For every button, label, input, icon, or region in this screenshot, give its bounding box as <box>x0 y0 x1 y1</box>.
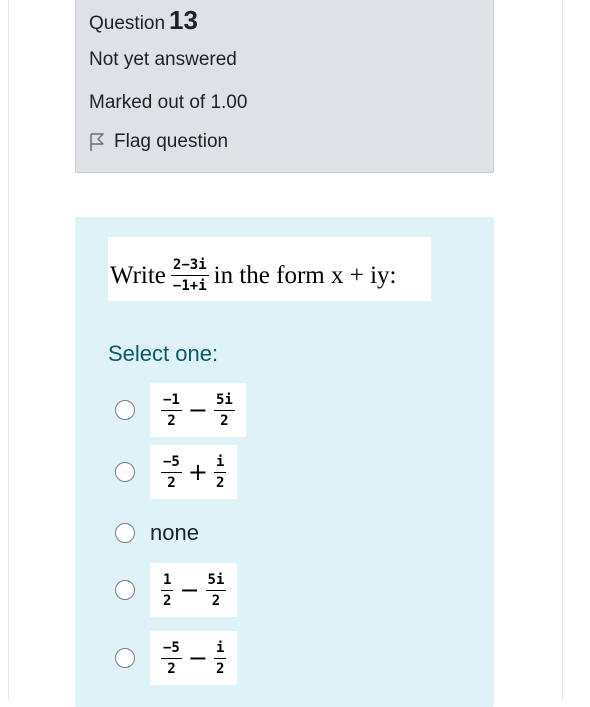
fraction-denominator: 2 <box>167 412 176 429</box>
option-expression: 1 2 − 5i 2 <box>150 563 238 617</box>
question-content-panel: Write 2−3i −1+i in the form x + iy: . . … <box>75 217 494 707</box>
option-label: none <box>150 520 199 545</box>
fraction-numerator: i <box>215 639 225 656</box>
operator: − <box>179 576 200 604</box>
radio-button[interactable] <box>115 400 135 420</box>
fraction-denominator: 2 <box>163 592 172 609</box>
fraction-numerator: −5 <box>163 639 180 656</box>
fraction-numerator: −5 <box>163 453 180 470</box>
fraction-bar <box>213 657 227 659</box>
question-suffix: in the form x + iy: <box>213 261 397 289</box>
answer-option-1[interactable]: −1 2 − 5i 2 <box>115 383 246 437</box>
fraction-bar <box>213 409 235 411</box>
answer-option-5[interactable]: −5 2 − i 2 <box>115 631 238 685</box>
fraction-bar <box>205 589 227 591</box>
answer-status: Not yet answered <box>89 49 237 70</box>
question-text-image: Write 2−3i −1+i in the form x + iy: . . … <box>108 237 431 301</box>
question-label: Question <box>89 13 166 34</box>
option-fraction-a: −5 2 <box>161 454 182 491</box>
option-expression: −5 2 + i 2 <box>150 445 238 499</box>
answer-option-2[interactable]: −5 2 + i 2 <box>115 445 238 499</box>
flag-question-label: Flag question <box>114 131 229 152</box>
option-fraction-b: i 2 <box>213 453 227 491</box>
operator: + <box>187 458 208 486</box>
marks-label: Marked out of 1.00 <box>89 92 248 113</box>
question-fraction-numerator: 2−3i <box>172 257 207 273</box>
operator: − <box>187 644 208 672</box>
question-fraction: 2−3i −1+i <box>170 257 209 294</box>
option-fraction-a: 1 2 <box>161 571 174 609</box>
fraction-bar <box>161 657 182 659</box>
fraction-bar <box>170 275 209 276</box>
fraction-bar <box>161 589 174 591</box>
fraction-denominator: 2 <box>167 474 176 491</box>
flag-question-link[interactable]: Flag question <box>89 131 228 153</box>
question-text: Write 2−3i −1+i in the form x + iy: <box>110 257 396 294</box>
fraction-numerator: 5i <box>207 571 225 588</box>
question-cut-text: . . . . <box>168 294 431 301</box>
answer-option-3[interactable]: none <box>115 520 199 546</box>
fraction-denominator: 2 <box>167 660 176 677</box>
fraction-numerator: 5i <box>215 391 233 408</box>
question-info-panel: Question 13 Not yet answered Marked out o… <box>75 0 494 173</box>
fraction-bar <box>161 409 182 411</box>
question-fraction-denominator: −1+i <box>172 278 207 294</box>
answer-option-4[interactable]: 1 2 − 5i 2 <box>115 563 238 617</box>
fraction-denominator: 2 <box>215 474 225 491</box>
option-fraction-b: 5i 2 <box>205 571 227 609</box>
fraction-bar <box>213 471 227 473</box>
fraction-bar <box>161 471 182 473</box>
fraction-numerator: −1 <box>163 391 180 408</box>
flag-icon <box>90 133 104 151</box>
radio-button[interactable] <box>115 648 135 668</box>
fraction-denominator: 2 <box>211 592 221 609</box>
option-fraction-b: i 2 <box>213 639 227 677</box>
fraction-numerator: 1 <box>163 571 172 588</box>
option-fraction-a: −5 2 <box>161 640 182 677</box>
select-prompt: Select one: <box>108 341 219 366</box>
operator: − <box>187 396 208 424</box>
option-expression: −1 2 − 5i 2 <box>150 383 246 437</box>
question-prefix: Write <box>110 261 166 289</box>
option-fraction-a: −1 2 <box>161 392 182 429</box>
radio-button[interactable] <box>115 462 135 482</box>
fraction-denominator: 2 <box>220 412 229 429</box>
radio-button[interactable] <box>115 580 135 600</box>
question-number: 13 <box>169 5 198 35</box>
question-heading: Question 13 <box>89 5 198 36</box>
option-expression: −5 2 − i 2 <box>150 631 238 685</box>
fraction-denominator: 2 <box>215 660 225 677</box>
radio-button[interactable] <box>115 523 135 543</box>
option-fraction-b: 5i 2 <box>213 391 235 429</box>
fraction-numerator: i <box>215 453 225 470</box>
